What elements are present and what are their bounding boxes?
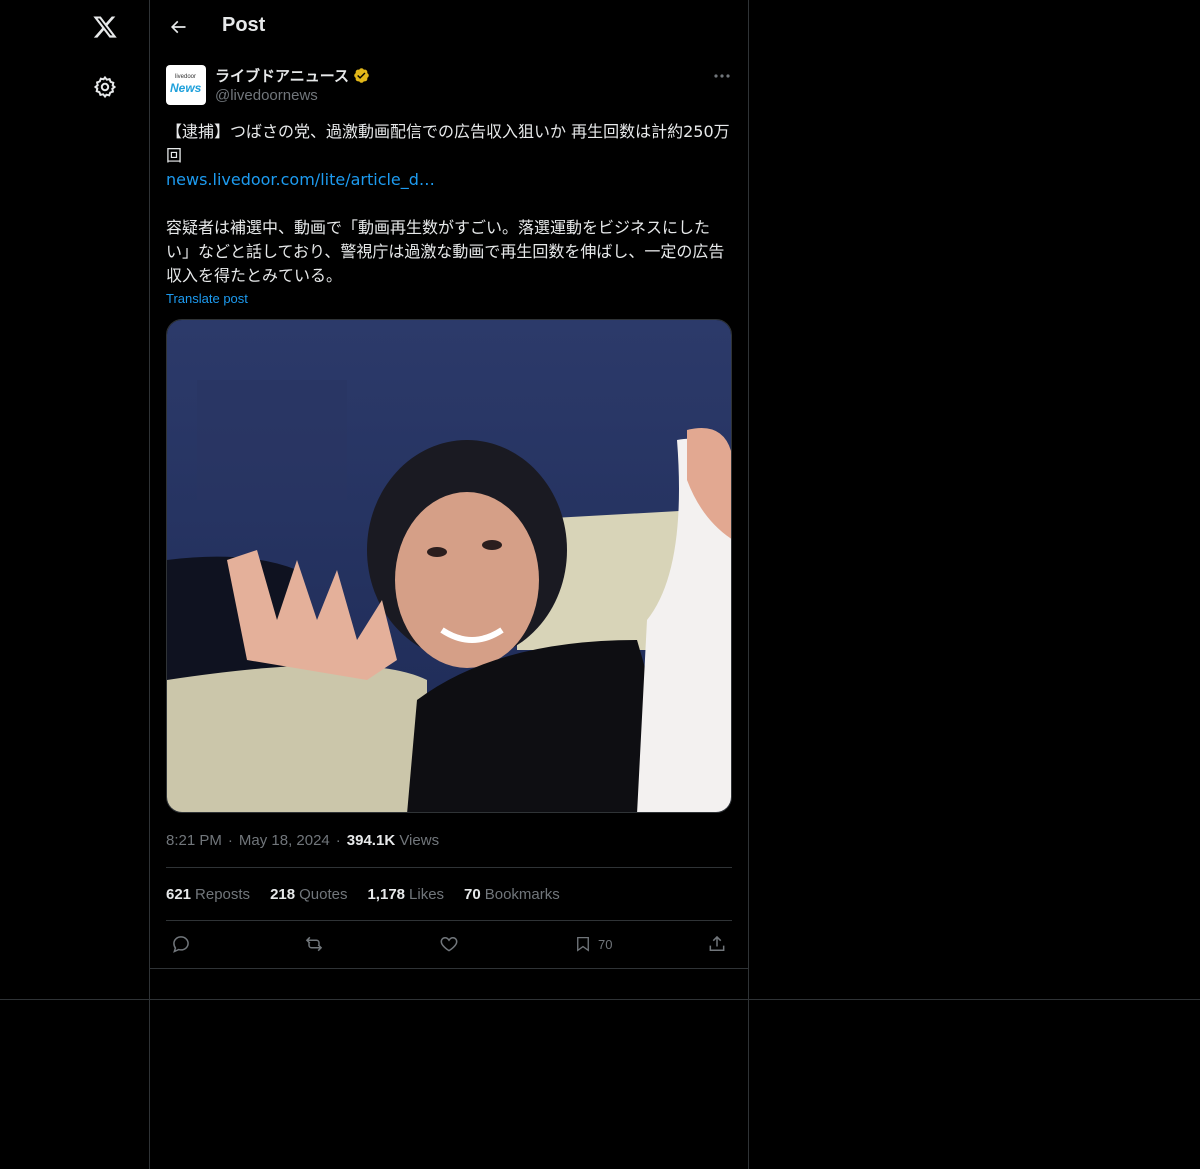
x-logo-icon[interactable]	[90, 12, 120, 42]
translate-post-link[interactable]: Translate post	[166, 291, 248, 306]
views-count: 394.1K	[346, 832, 396, 849]
meta-separator: ·	[227, 832, 233, 849]
divider	[166, 920, 732, 921]
post-image[interactable]	[166, 319, 732, 813]
avatar-text-big: News	[170, 81, 202, 95]
like-button[interactable]	[439, 932, 459, 956]
post-header: Post	[150, 0, 748, 54]
divider	[150, 968, 748, 969]
back-arrow-icon[interactable]	[164, 13, 192, 41]
meta-separator: ·	[335, 832, 341, 849]
left-nav-rail	[0, 0, 150, 1169]
post-stats: 621 Reposts 218 Quotes 1,178 Likes 70 Bookma…	[166, 886, 560, 903]
likes-stat[interactable]: 1,178 Likes	[367, 886, 444, 903]
share-icon	[709, 935, 725, 951]
author-handle[interactable]: @livedoornews	[215, 87, 318, 104]
bookmarks-stat[interactable]: 70 Bookmarks	[464, 886, 560, 903]
reply-button[interactable]	[171, 932, 191, 956]
quotes-stat[interactable]: 218 Quotes	[270, 886, 347, 903]
reply-icon	[173, 936, 189, 953]
gear-icon[interactable]	[91, 73, 119, 101]
share-button[interactable]	[707, 932, 727, 956]
bookmark-icon	[577, 936, 589, 952]
post-text: 【逮捕】つばさの党、過激動画配信での広告収入狙いか 再生回数は計約250万回 n…	[166, 120, 732, 288]
repost-button[interactable]	[303, 932, 325, 956]
post-meta: 8:21 PM · May 18, 2024 · 394.1K Views	[166, 832, 439, 849]
more-options-icon[interactable]	[710, 66, 734, 86]
author-name[interactable]: ライブドアニュース	[215, 65, 370, 86]
author-display-name: ライブドアニュース	[215, 68, 349, 85]
repost-icon	[305, 936, 323, 952]
bottom-divider	[0, 999, 1200, 1000]
post-time[interactable]: 8:21 PM	[166, 832, 222, 849]
heart-icon	[440, 936, 458, 952]
views-label: Views	[399, 832, 440, 849]
post-column: Post livedoor News ライブドアニュース @livedoorne…	[150, 0, 749, 1169]
avatar[interactable]: livedoor News	[166, 65, 206, 105]
reposts-stat[interactable]: 621 Reposts	[166, 886, 250, 903]
post-link[interactable]: news.livedoor.com/lite/article_d…	[166, 168, 732, 192]
post-text-line1: 【逮捕】つばさの党、過激動画配信での広告収入狙いか 再生回数は計約250万回	[166, 122, 730, 165]
action-bar: 70	[166, 932, 732, 956]
bookmark-button[interactable]: 70	[574, 932, 612, 956]
page-title: Post	[222, 14, 266, 36]
post-date[interactable]: May 18, 2024	[239, 832, 330, 849]
avatar-text-small: livedoor	[175, 74, 197, 80]
bookmark-count: 70	[598, 936, 613, 952]
post-text-paragraph2: 容疑者は補選中、動画で「動画再生数がすごい。落選運動をビジネスにしたい」などと話…	[166, 218, 725, 285]
divider	[166, 867, 732, 868]
verified-badge-icon	[353, 67, 370, 84]
